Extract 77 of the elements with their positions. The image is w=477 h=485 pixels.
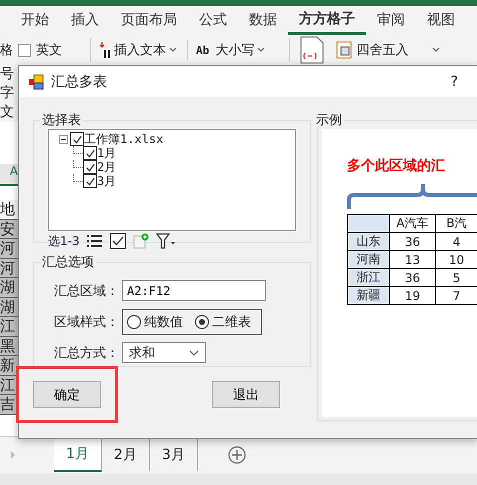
tree-item[interactable]: 工作簿1.xlsx [84,130,164,148]
caret-icon [432,47,440,53]
collapse-icon[interactable] [59,134,68,144]
group-title: 示例 [315,112,343,129]
ribbon-tab[interactable]: 开始 [10,6,60,34]
group-title: 汇总选项 [41,254,95,271]
table-cell: 新 [0,356,18,376]
table-cell: 河 [0,239,18,258]
ribbon-label: 字 [0,84,18,103]
dialog-button[interactable]: 确定 [33,381,101,408]
row-header: 河南 [348,250,390,268]
group-title: 选择表 [41,112,82,129]
checkbox[interactable] [83,146,97,160]
table-cell: 湖 [0,278,18,298]
tree-item[interactable]: 1月 [97,144,116,162]
ribbon-label: 格 [0,42,12,59]
table-cell: 安 [0,220,18,239]
table-cell: 地 [0,200,18,220]
ribbon-tab[interactable]: 插入 [60,6,110,34]
case-button[interactable]: Ab 大小写 [196,41,266,59]
row-header: 新疆 [348,286,390,304]
field-label: 汇总方式： [53,344,120,362]
row-header: 浙江 [348,268,390,286]
radio-label[interactable]: 二维表 [212,312,251,330]
table-cell: 黑 [0,336,18,356]
select-range-button[interactable]: 选1-3 [48,232,80,250]
add-sheet-icon[interactable] [132,233,149,249]
caret-icon [169,47,177,53]
table-cell: 河 [0,258,18,278]
tree-item[interactable]: 3月 [97,172,116,190]
dropdown[interactable]: 求和 [122,342,206,363]
column-header: A [0,164,18,186]
ribbon-tab[interactable]: 视图 [416,6,466,34]
ribbon-label: 文 [0,103,18,122]
chevron-down-icon [189,350,199,356]
radio-button[interactable] [127,314,141,328]
table-cell: 36 [389,232,436,250]
tree-item[interactable]: 2月 [97,158,116,176]
ribbon-tab[interactable]: 审阅 [366,6,416,34]
field-label: 汇总区域： [53,282,120,300]
ribbon-label: 号 [0,65,18,84]
text-cursor-icon [99,41,111,59]
app-icon [28,74,44,90]
ribbon-tab[interactable]: 公式 [188,6,238,34]
table-cell: 36 [389,268,436,286]
checkbox-label: 英文 [36,42,62,59]
row-header: 山东 [348,232,390,250]
list-icon[interactable] [86,234,103,248]
checkbox[interactable] [83,174,97,188]
dialog-title: 汇总多表 [51,72,107,90]
table-cell: 19 [389,286,436,304]
table-icon [336,41,352,59]
add-sheet-icon[interactable] [228,446,246,464]
input-field[interactable]: A2:F12 [122,280,266,301]
table-cell: 13 [389,250,436,268]
dialog-button[interactable]: 退出 [212,381,280,408]
ribbon-tab[interactable]: 页面布局 [110,6,188,34]
checkbox[interactable] [18,44,31,56]
radio-button[interactable] [195,314,209,328]
help-button[interactable]: ? [450,74,458,90]
column-header: A汽车 [389,214,436,232]
column-header: B汽 [436,214,477,232]
radio-label[interactable]: 纯数值 [144,312,183,330]
scroll-left-icon [10,451,16,459]
field-label: 区域样式： [53,314,120,330]
ribbon-tab[interactable]: 数据 [238,6,288,34]
filter-icon[interactable] [156,233,176,249]
example-caption: 多个此区域的汇 [347,157,446,175]
table-cell: 湖 [0,298,18,317]
table-cell: 江 [0,317,18,336]
caret-icon [257,47,266,53]
sheet-tab[interactable]: 1月 [54,438,102,472]
round-button[interactable]: 四舍五入 [336,41,440,59]
insert-text-button[interactable]: 插入文本 [99,41,177,59]
checkbox[interactable] [83,160,97,174]
checkbox-icon[interactable] [110,233,126,249]
checkbox[interactable] [70,132,84,146]
